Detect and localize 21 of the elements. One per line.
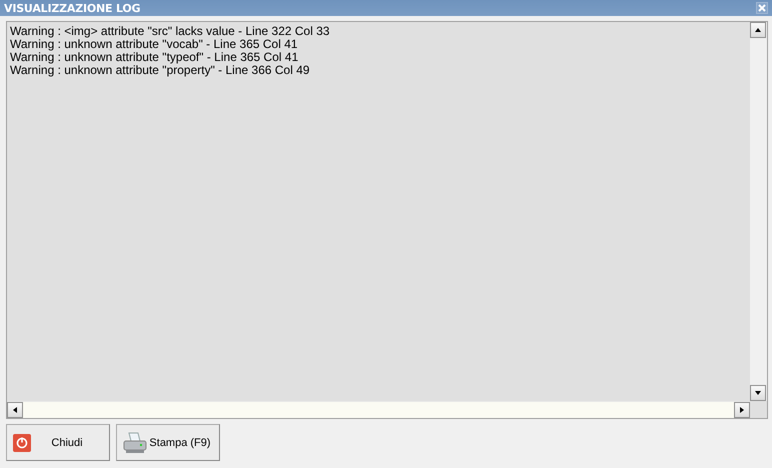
log-line: Warning : <img> attribute "src" lacks value - Line 322 Col 33 [10, 25, 331, 38]
printer-icon [123, 432, 147, 454]
close-icon [758, 4, 766, 12]
scroll-down-button[interactable] [750, 385, 766, 401]
close-button[interactable] [756, 2, 768, 14]
scroll-left-button[interactable] [7, 402, 23, 418]
scroll-right-button[interactable] [734, 402, 750, 418]
horizontal-scrollbar[interactable] [7, 401, 750, 418]
log-line: Warning : unknown attribute "typeof" - Line 365 Col 41 [10, 51, 300, 64]
up-arrow-icon [754, 26, 762, 34]
right-arrow-icon [738, 406, 746, 414]
vertical-scrollbar[interactable] [750, 22, 767, 401]
log-line: Warning : unknown attribute "property" - Line 366 Col 49 [10, 64, 311, 77]
scroll-up-button[interactable] [750, 22, 766, 38]
power-icon [13, 434, 31, 452]
close-button[interactable]: Chiudi [6, 424, 110, 461]
print-button[interactable]: Stampa (F9) [116, 424, 220, 461]
down-arrow-icon [754, 389, 762, 397]
log-line: Warning : unknown attribute "vocab" - Line 365 Col 41 [10, 38, 299, 51]
left-arrow-icon [11, 406, 19, 414]
window-title: VISUALIZZAZIONE LOG [4, 2, 140, 14]
